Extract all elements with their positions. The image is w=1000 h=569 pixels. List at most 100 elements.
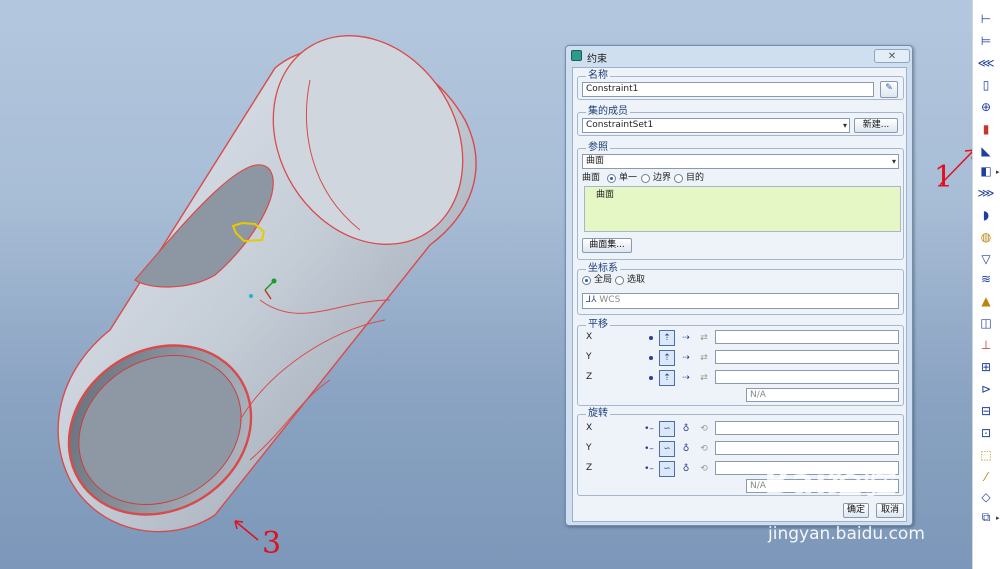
csys-value: WCS xyxy=(599,295,621,305)
analysis-icon[interactable]: ▮ xyxy=(977,120,995,138)
csys-field[interactable]: ⅃⅄ WCS xyxy=(582,293,899,309)
translation-x-field[interactable] xyxy=(715,330,899,344)
rotation-z-free-button[interactable]: ∽ xyxy=(659,461,675,477)
radio-global[interactable] xyxy=(582,276,591,285)
copy-icon[interactable]: ⧉ xyxy=(977,508,995,526)
rotation-x-field[interactable] xyxy=(715,421,899,435)
measure-icon[interactable]: ⊳ xyxy=(977,380,995,398)
rotation-y-field[interactable] xyxy=(715,441,899,455)
watermark-url: jingyan.baidu.com xyxy=(768,524,925,544)
free-dot-icon xyxy=(649,356,653,360)
translation-x-label: X xyxy=(586,332,593,342)
copy-flyout-icon[interactable]: ▸ xyxy=(996,514,1000,522)
dialog-title: 约束 xyxy=(587,54,607,65)
radio-single-label: 单一 xyxy=(619,173,638,183)
rotation-x-free-dot-icon: •– xyxy=(644,424,654,434)
translation-y-prescribed-button[interactable]: ⇄ xyxy=(696,350,712,366)
constraint-icon[interactable]: ◣ xyxy=(977,142,995,160)
references-list[interactable]: 曲面 xyxy=(584,186,901,232)
annotation-1: 1 xyxy=(934,160,954,195)
annotation-3: 3 xyxy=(262,526,282,561)
set-member-group-label: 集的成员 xyxy=(586,106,630,118)
rotation-y-label: Y xyxy=(586,443,592,453)
reference-prefix-label: 曲面 xyxy=(582,173,601,183)
datum-csys-icon[interactable]: ⋘ xyxy=(977,54,995,72)
spring-icon[interactable]: ◍ xyxy=(977,228,995,246)
beam-icon[interactable]: ≋ xyxy=(977,270,995,288)
reference-type-value: 曲面 xyxy=(586,156,605,166)
translation-x-fixed-button[interactable]: ⇢ xyxy=(678,330,694,346)
rotation-x-free-button[interactable]: ∽ xyxy=(659,421,675,437)
translation-x-free-button[interactable]: ⇡ xyxy=(659,330,675,346)
csys-icon: ⅃⅄ xyxy=(586,295,597,305)
references-group-label: 参照 xyxy=(586,142,610,154)
rotation-group-label: 旋转 xyxy=(586,408,610,420)
translation-group: 平移 X ⇡ ⇢ ⇄ Y ⇡ ⇢ ⇄ Z ⇡ ⇢ ⇄ N/A xyxy=(577,319,904,406)
new-set-button[interactable]: 新建... xyxy=(854,118,898,133)
radio-select[interactable] xyxy=(615,276,624,285)
datum-point-icon[interactable]: ▯ xyxy=(977,76,995,94)
rigid-link-icon[interactable]: ⊥ xyxy=(977,336,995,354)
constraint-set-select[interactable]: ConstraintSet1 ▾ xyxy=(582,118,850,133)
translation-y-label: Y xyxy=(586,352,592,362)
mesh-control-icon[interactable]: ⬚ xyxy=(977,446,995,464)
baidu-watermark: Bai经验 jingyan.baidu.com xyxy=(764,454,954,554)
surface-region-icon[interactable]: ◗ xyxy=(977,206,995,224)
watermark-logo: Bai经验 xyxy=(764,462,898,502)
translation-z-free-button[interactable]: ⇡ xyxy=(659,370,675,386)
probe-icon[interactable]: ⊡ xyxy=(977,424,995,442)
datum-axis-icon[interactable]: ⊨ xyxy=(977,32,995,50)
load-icon[interactable]: ◧ xyxy=(977,162,995,180)
close-button[interactable]: ✕ xyxy=(874,49,910,63)
translation-y-free-button[interactable]: ⇡ xyxy=(659,350,675,366)
chevron-down-icon: ▾ xyxy=(891,157,896,166)
radio-boundary[interactable] xyxy=(641,174,650,183)
pressure-icon[interactable]: ⋙ xyxy=(977,184,995,202)
translation-y-fixed-button[interactable]: ⇢ xyxy=(678,350,694,366)
reference-type-select[interactable]: 曲面 ▾ xyxy=(582,154,899,169)
name-field[interactable]: Constraint1 xyxy=(582,82,874,97)
rotation-x-fixed-button[interactable]: ♁ xyxy=(678,421,694,437)
constraint-set-value: ConstraintSet1 xyxy=(586,120,654,130)
translation-z-fixed-button[interactable]: ⇢ xyxy=(678,370,694,386)
csys-group: 坐标系 全局 选取 ⅃⅄ WCS xyxy=(577,263,904,315)
translation-y-field[interactable] xyxy=(715,350,899,364)
load-flyout-icon[interactable]: ▸ xyxy=(996,168,1000,176)
translation-status: N/A xyxy=(746,388,899,402)
name-group: 名称 Constraint1 ✎ xyxy=(577,70,904,100)
dialog-title-bar[interactable]: 约束 ✕ xyxy=(566,46,912,66)
rotation-y-prescribed-button[interactable]: ⟲ xyxy=(696,441,712,457)
shell-icon[interactable]: ▲ xyxy=(977,292,995,310)
translation-z-prescribed-button[interactable]: ⇄ xyxy=(696,370,712,386)
datum-plane-icon[interactable]: ⊢ xyxy=(977,10,995,28)
mass-icon[interactable]: ▽ xyxy=(977,250,995,268)
free-dot-icon xyxy=(649,376,653,380)
translation-z-field[interactable] xyxy=(715,370,899,384)
free-dot-icon xyxy=(649,336,653,340)
radio-global-label: 全局 xyxy=(594,275,613,285)
rotation-y-fixed-button[interactable]: ♁ xyxy=(678,441,694,457)
chevron-down-icon: ▾ xyxy=(842,121,847,130)
name-group-label: 名称 xyxy=(586,70,610,82)
list-item[interactable]: 曲面 xyxy=(596,189,614,201)
translation-z-label: Z xyxy=(586,372,593,382)
cosmetic-icon[interactable]: ◇ xyxy=(977,488,995,506)
rotation-z-fixed-button[interactable]: ♁ xyxy=(678,461,694,477)
name-edit-button[interactable]: ✎ xyxy=(880,81,898,98)
references-group: 参照 曲面 ▾ 曲面 单一 边界 目的 曲面 曲面集... xyxy=(577,142,904,260)
datum-curve-icon[interactable]: ⊕ xyxy=(977,98,995,116)
translation-x-prescribed-button[interactable]: ⇄ xyxy=(696,330,712,346)
material-icon[interactable]: ⊟ xyxy=(977,402,995,420)
rotation-x-prescribed-button[interactable]: ⟲ xyxy=(696,421,712,437)
rotation-z-prescribed-button[interactable]: ⟲ xyxy=(696,461,712,477)
surface-set-button[interactable]: 曲面集... xyxy=(582,238,632,253)
radio-single[interactable] xyxy=(607,174,616,183)
radio-boundary-label: 边界 xyxy=(653,173,672,183)
weld-icon[interactable]: ◫ xyxy=(977,314,995,332)
radio-intent[interactable] xyxy=(674,174,683,183)
rotation-y-free-button[interactable]: ∽ xyxy=(659,441,675,457)
ruler-icon[interactable]: ⁄ xyxy=(977,468,995,486)
right-toolbar: ⊢ ⊨ ⋘ ▯ ⊕ ▮ ◣ ◧ ▸ ⋙ ◗ ◍ ▽ ≋ ▲ ◫ ⊥ ⊞ ⊳ ⊟ … xyxy=(972,0,1000,569)
interface-icon[interactable]: ⊞ xyxy=(977,358,995,376)
rotation-z-free-dot-icon: •– xyxy=(644,464,654,474)
